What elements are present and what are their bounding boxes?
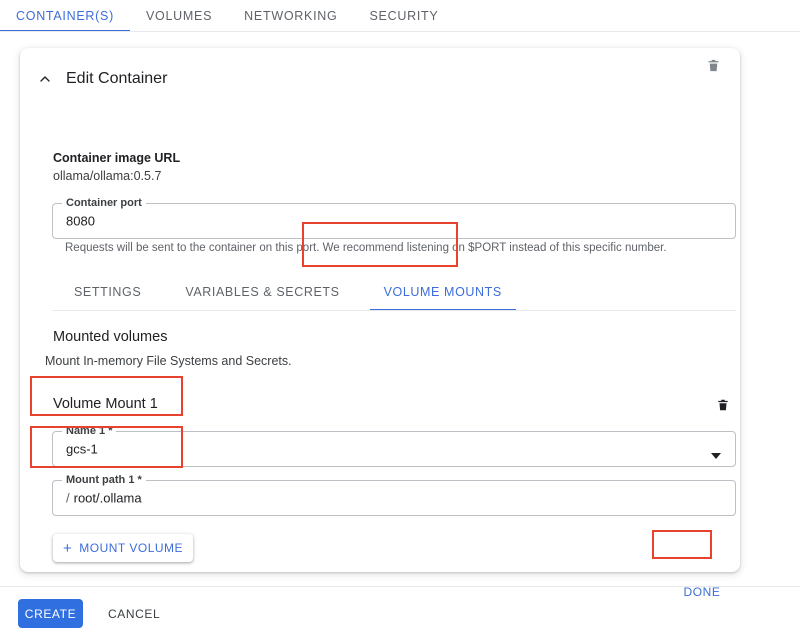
tab-security-label: SECURITY: [369, 9, 438, 23]
tab-variables-secrets-label: VARIABLES & SECRETS: [185, 285, 339, 299]
container-port-field[interactable]: Container port 8080: [52, 203, 736, 239]
tab-volume-mounts[interactable]: VOLUME MOUNTS: [362, 273, 524, 311]
tab-networking[interactable]: NETWORKING: [228, 0, 353, 32]
primary-tab-bar: CONTAINER(S) VOLUMES NETWORKING SECURITY: [0, 0, 800, 32]
mount-path-value-wrap: / root/.ollama: [66, 491, 142, 506]
mount-volume-button[interactable]: + MOUNT VOLUME: [53, 534, 193, 562]
plus-icon: +: [63, 541, 72, 556]
cancel-button-label: CANCEL: [108, 607, 160, 621]
volume-name-select[interactable]: Name 1 * gcs-1: [52, 431, 736, 467]
mount-path-prefix: /: [66, 491, 70, 506]
cancel-button[interactable]: CANCEL: [102, 599, 166, 628]
volume-name-label: Name 1 *: [62, 425, 116, 437]
volume-name-value: gcs-1: [66, 442, 98, 457]
primary-tab-divider: [0, 31, 800, 32]
delete-volume-mount-trash-icon[interactable]: [713, 395, 733, 415]
container-settings-tab-bar: SETTINGS VARIABLES & SECRETS VOLUME MOUN…: [52, 273, 736, 311]
mounted-volumes-heading: Mounted volumes: [53, 329, 167, 345]
tab-security[interactable]: SECURITY: [353, 0, 454, 32]
container-image-url-value: ollama/ollama:0.5.7: [53, 169, 161, 183]
container-port-label: Container port: [62, 197, 146, 209]
container-port-helper-text: Requests will be sent to the container o…: [65, 242, 667, 254]
tab-variables-secrets[interactable]: VARIABLES & SECRETS: [163, 273, 361, 311]
tab-volumes[interactable]: VOLUMES: [130, 0, 228, 32]
mount-path-input[interactable]: Mount path 1 * /root/.ollama: [52, 480, 736, 516]
tab-settings-label: SETTINGS: [74, 285, 141, 299]
done-button-label: DONE: [683, 585, 720, 599]
tab-networking-label: NETWORKING: [244, 9, 337, 23]
mount-path-value: root/.ollama: [74, 491, 142, 506]
footer-divider: [0, 586, 800, 587]
create-button-label: CREATE: [25, 607, 76, 621]
tab-containers-label: CONTAINER(S): [16, 9, 114, 23]
tab-volumes-label: VOLUMES: [146, 9, 212, 23]
container-settings-tab-divider: [52, 310, 736, 311]
card-header: Edit Container: [20, 62, 740, 96]
container-port-value: 8080: [66, 214, 95, 229]
done-button[interactable]: DONE: [680, 582, 724, 602]
tab-settings[interactable]: SETTINGS: [52, 273, 163, 311]
mount-path-label: Mount path 1 *: [62, 474, 146, 486]
edit-container-card: Edit Container Container image URL ollam…: [20, 48, 740, 572]
chevron-down-icon[interactable]: [711, 446, 721, 452]
page-title: Edit Container: [66, 70, 167, 88]
delete-container-trash-icon[interactable]: [702, 54, 724, 76]
create-button[interactable]: CREATE: [18, 599, 83, 628]
tab-volume-mounts-label: VOLUME MOUNTS: [384, 285, 502, 299]
mounted-volumes-subtitle: Mount In-memory File Systems and Secrets…: [45, 354, 292, 368]
mount-volume-button-label: MOUNT VOLUME: [79, 541, 183, 555]
container-image-url-label: Container image URL: [53, 151, 180, 165]
volume-mount-1-heading: Volume Mount 1: [53, 396, 158, 412]
chevron-up-icon[interactable]: [34, 68, 56, 90]
tab-containers[interactable]: CONTAINER(S): [0, 0, 130, 32]
